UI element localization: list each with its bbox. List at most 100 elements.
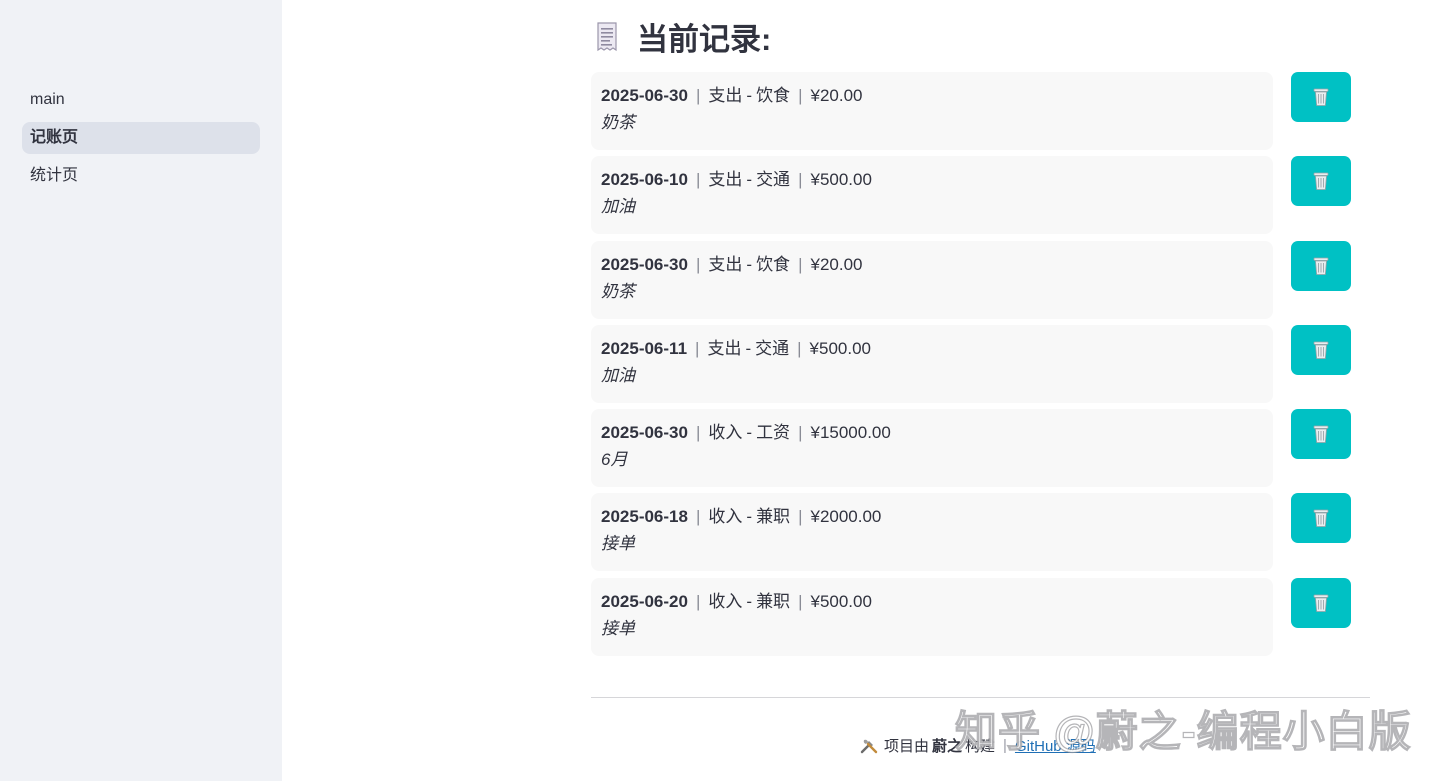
sidebar-item-statistics[interactable]: 统计页: [22, 160, 260, 192]
record-card: 2025-06-30 | 收入 - 工资 | ¥15000.00 6月: [591, 409, 1273, 488]
record-summary: 2025-06-30 | 支出 - 饮食 | ¥20.00: [601, 253, 1263, 277]
record-dash: -: [746, 254, 753, 274]
record-category: 饮食: [756, 86, 791, 105]
record-summary: 2025-06-30 | 收入 - 工资 | ¥15000.00: [601, 421, 1263, 445]
record-date: 2025-06-30: [601, 423, 688, 443]
record-separator: |: [798, 254, 803, 274]
record-note: 加油: [601, 197, 635, 217]
footer-prefix: 项目由: [884, 738, 930, 755]
tools-icon: [860, 739, 878, 753]
delete-record-button[interactable]: [1291, 240, 1351, 291]
record-row: 2025-06-18 | 收入 - 兼职 | ¥2000.00 接单: [591, 493, 1371, 572]
record-separator: |: [798, 591, 803, 611]
record-separator: |: [798, 86, 803, 105]
record-date: 2025-06-30: [601, 254, 688, 274]
record-date: 2025-06-18: [601, 507, 688, 527]
record-separator: |: [695, 254, 701, 274]
record-type: 收入: [708, 423, 743, 443]
record-type: 收入: [708, 591, 743, 611]
delete-record-button[interactable]: [1291, 156, 1351, 207]
trash-icon: [1313, 594, 1329, 612]
sidebar-item-accounting[interactable]: 记账页: [22, 122, 260, 154]
record-dash: -: [746, 170, 753, 190]
delete-record-button[interactable]: [1291, 493, 1351, 544]
record-category: 兼职: [756, 591, 791, 611]
record-note: 奶茶: [601, 113, 635, 132]
trash-icon: [1313, 172, 1329, 191]
record-separator: |: [798, 170, 803, 190]
record-card: 2025-06-18 | 收入 - 兼职 | ¥2000.00 接单: [591, 493, 1273, 572]
delete-record-button[interactable]: [1291, 324, 1351, 375]
record-summary: 2025-06-30 | 支出 - 饮食 | ¥20.00: [601, 84, 1263, 108]
trash-icon: [1313, 425, 1329, 444]
records-list: 2025-06-30 | 支出 - 饮食 | ¥20.00 奶茶 2025-06-10 | 支出…: [591, 72, 1371, 662]
page-title: 当前记录:: [595, 14, 771, 59]
record-category: 交通: [755, 338, 790, 358]
record-summary: 2025-06-11 | 支出 - 交通 | ¥500.00: [601, 337, 1263, 361]
record-separator: |: [798, 423, 803, 443]
record-separator: |: [695, 86, 701, 105]
record-note: 接单: [601, 534, 635, 554]
record-type: 支出: [708, 86, 743, 105]
record-dash: -: [746, 507, 753, 527]
record-summary: 2025-06-18 | 收入 - 兼职 | ¥2000.00: [601, 505, 1263, 529]
record-date: 2025-06-10: [601, 170, 688, 190]
record-dash: -: [745, 338, 752, 358]
record-separator: |: [695, 338, 700, 358]
record-row: 2025-06-11 | 支出 - 交通 | ¥500.00 加油: [591, 324, 1371, 403]
record-dash: -: [746, 86, 753, 105]
delete-record-button[interactable]: [1291, 72, 1351, 122]
record-card: 2025-06-20 | 收入 - 兼职 | ¥500.00 接单: [591, 577, 1273, 656]
record-type: 支出: [708, 170, 743, 190]
sidebar: main 记账页 统计页: [0, 0, 282, 781]
delete-record-button[interactable]: [1291, 577, 1351, 628]
record-amount: ¥20.00: [810, 254, 863, 274]
receipt-icon: [595, 21, 621, 53]
record-amount: ¥500.00: [810, 591, 872, 611]
record-category: 兼职: [756, 507, 791, 527]
record-date: 2025-06-11: [601, 338, 688, 358]
record-type: 支出: [708, 254, 743, 274]
record-category: 工资: [756, 423, 791, 443]
trash-icon: [1313, 341, 1329, 359]
record-category: 交通: [756, 170, 791, 190]
record-note: 6月: [601, 450, 628, 470]
record-summary: 2025-06-10 | 支出 - 交通 | ¥500.00: [601, 168, 1263, 192]
record-separator: |: [695, 170, 701, 190]
watermark: 知乎 @蔚之-编程小白版: [954, 707, 1412, 755]
record-amount: ¥20.00: [810, 86, 863, 105]
record-note: 接单: [601, 618, 635, 638]
trash-icon: [1313, 88, 1329, 106]
record-amount: ¥15000.00: [810, 423, 891, 443]
record-date: 2025-06-20: [601, 591, 688, 611]
record-separator: |: [695, 591, 701, 611]
record-category: 饮食: [756, 254, 791, 274]
record-note: 奶茶: [601, 281, 635, 301]
record-amount: ¥500.00: [809, 338, 871, 358]
record-card: 2025-06-10 | 支出 - 交通 | ¥500.00 加油: [591, 156, 1273, 235]
record-note: 加油: [601, 365, 635, 385]
record-card: 2025-06-30 | 支出 - 饮食 | ¥20.00 奶茶: [591, 72, 1273, 150]
page-title-text: 当前记录:: [637, 22, 772, 57]
record-row: 2025-06-30 | 收入 - 工资 | ¥15000.00 6月: [591, 409, 1371, 488]
record-summary: 2025-06-20 | 收入 - 兼职 | ¥500.00: [601, 590, 1263, 614]
trash-icon: [1313, 510, 1329, 528]
sidebar-item-main[interactable]: main: [22, 84, 260, 116]
record-separator: |: [797, 338, 802, 358]
record-row: 2025-06-20 | 收入 - 兼职 | ¥500.00 接单: [591, 577, 1371, 656]
record-separator: |: [798, 507, 803, 527]
record-dash: -: [746, 591, 753, 611]
record-type: 收入: [708, 507, 743, 527]
record-date: 2025-06-30: [601, 86, 688, 105]
trash-icon: [1313, 257, 1329, 275]
delete-record-button[interactable]: [1291, 409, 1351, 460]
record-amount: ¥500.00: [810, 170, 872, 190]
record-card: 2025-06-30 | 支出 - 饮食 | ¥20.00 奶茶: [591, 240, 1273, 319]
record-separator: |: [695, 507, 701, 527]
record-dash: -: [746, 423, 753, 443]
record-amount: ¥2000.00: [810, 507, 882, 527]
record-separator: |: [695, 423, 701, 443]
record-type: 支出: [707, 338, 742, 358]
record-row: 2025-06-30 | 支出 - 饮食 | ¥20.00 奶茶: [591, 72, 1371, 150]
record-row: 2025-06-10 | 支出 - 交通 | ¥500.00 加油: [591, 156, 1371, 235]
